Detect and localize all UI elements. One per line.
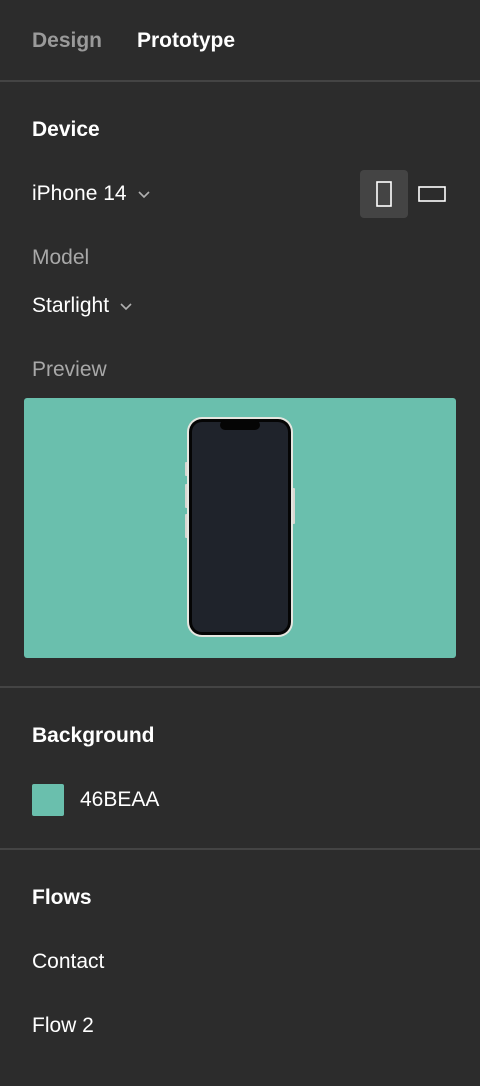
divider	[0, 848, 480, 850]
divider	[0, 686, 480, 688]
flow-item-flow-2[interactable]: Flow 2	[32, 1013, 94, 1039]
prototype-panel: Design Prototype Device iPhone 14 Model …	[0, 0, 480, 1086]
device-name: iPhone 14	[32, 182, 127, 205]
model-dropdown[interactable]: Starlight	[32, 293, 133, 319]
landscape-icon	[418, 186, 446, 202]
model-label: Model	[32, 246, 90, 269]
background-section-title: Background	[32, 724, 155, 747]
model-value: Starlight	[32, 294, 110, 317]
landscape-orientation-button[interactable]	[408, 170, 456, 218]
flow-item-contact[interactable]: Contact	[32, 949, 104, 975]
preview-label: Preview	[32, 358, 107, 381]
tab-design[interactable]: Design	[32, 28, 102, 54]
device-section-title: Device	[32, 118, 100, 141]
background-color-value[interactable]: 46BEAA	[80, 787, 159, 813]
device-preview	[24, 398, 456, 658]
device-dropdown[interactable]: iPhone 14	[32, 181, 151, 207]
chevron-down-icon	[120, 303, 132, 311]
portrait-orientation-button[interactable]	[360, 170, 408, 218]
portrait-icon	[376, 181, 392, 207]
iphone-preview-image	[185, 417, 295, 637]
chevron-down-icon	[138, 191, 150, 199]
divider	[0, 80, 480, 82]
background-color-swatch[interactable]	[32, 784, 64, 816]
flows-section-title: Flows	[32, 886, 92, 909]
tab-prototype[interactable]: Prototype	[137, 28, 235, 54]
panel-tabs: Design Prototype	[0, 0, 480, 80]
